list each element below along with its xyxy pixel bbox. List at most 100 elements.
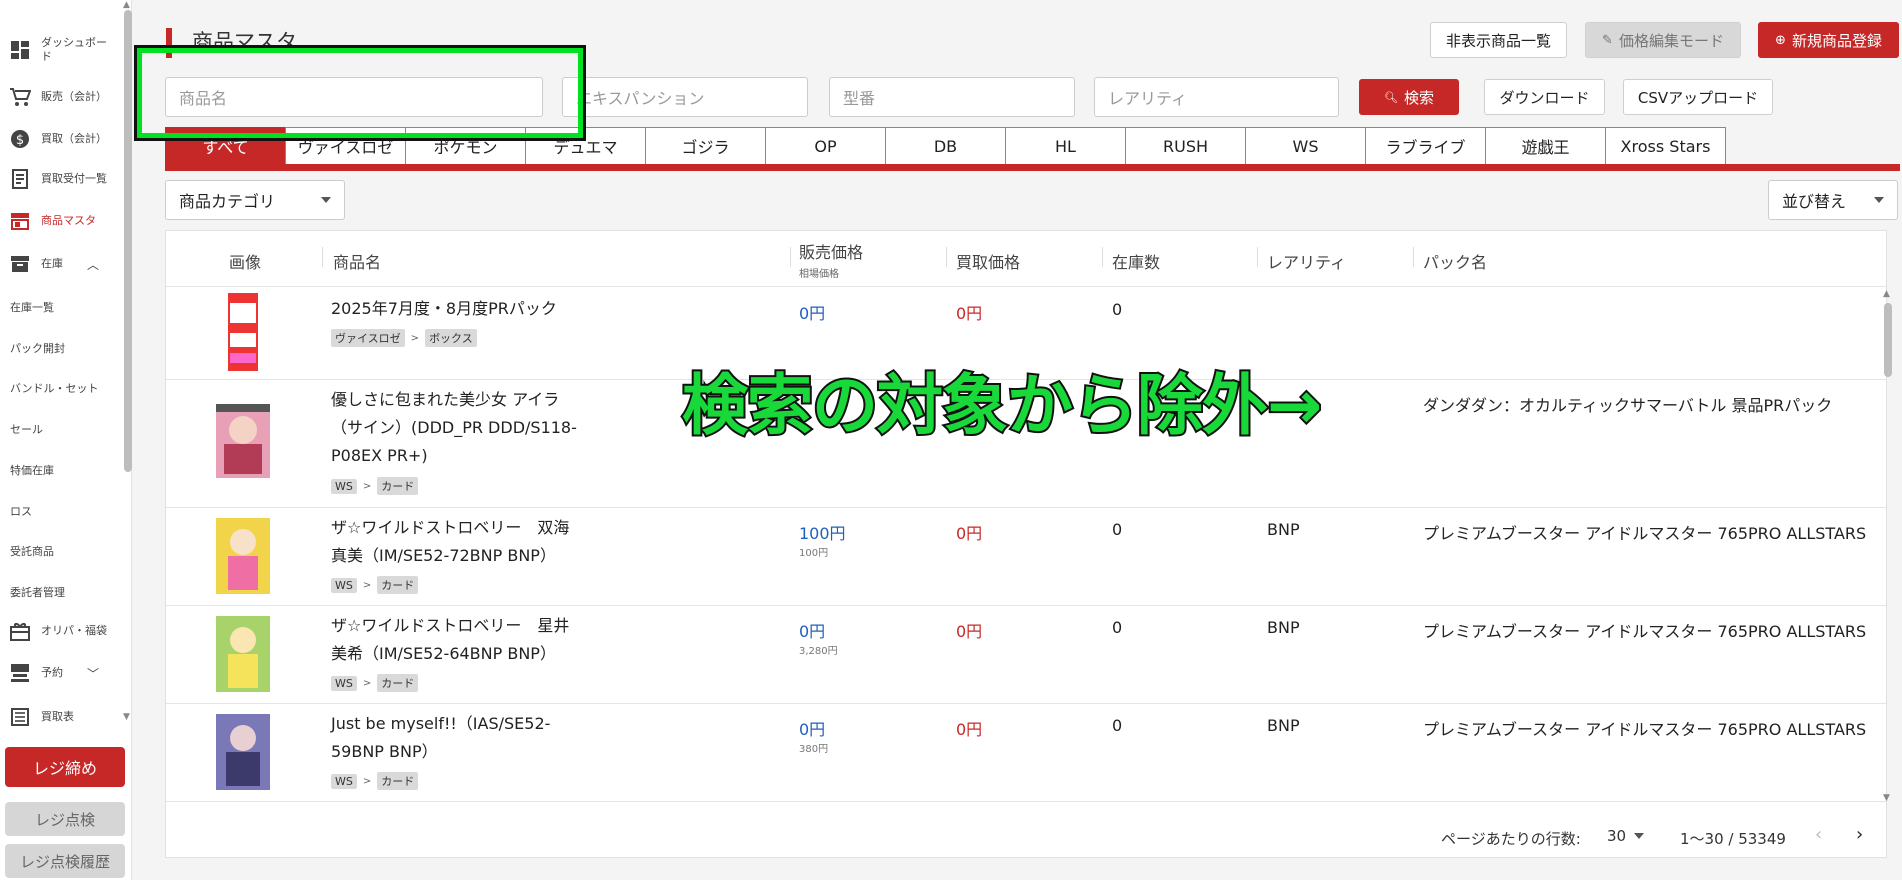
rows-per-page-value: 30 xyxy=(1607,827,1627,845)
sidebar-item-sales[interactable]: 販売（会計） xyxy=(0,84,124,110)
sidebar-subitem-consignor-management[interactable]: 委託者管理 xyxy=(10,584,65,600)
chevron-up-icon[interactable]: ︿ xyxy=(87,256,99,273)
header-buy-price[interactable]: 買取価格 xyxy=(956,249,1020,273)
sort-dropdown[interactable]: 並び替え xyxy=(1768,180,1898,220)
expansion-input[interactable]: エキスパンション xyxy=(562,77,808,117)
market-price: 3,280円 xyxy=(799,646,838,657)
register-check-button[interactable]: レジ点検 xyxy=(5,802,125,836)
chevron-right-icon: > xyxy=(362,579,372,591)
scroll-down-arrow-icon[interactable]: ▼ xyxy=(123,712,130,722)
search-button[interactable]: 🔍︎ 検索 xyxy=(1359,79,1459,115)
close-register-button[interactable]: レジ締め xyxy=(5,747,125,787)
tab-11[interactable]: 遊戯王 xyxy=(1485,127,1606,164)
register-history-button[interactable]: レジ点検履歴 xyxy=(5,844,125,878)
table-row[interactable]: Just be myself!!（IAS/SE52-59BNP BNP） WS … xyxy=(166,703,1886,801)
sidebar-item-label: 販売（会計） xyxy=(41,90,107,103)
sell-price[interactable]: 100円 xyxy=(799,520,846,544)
tab-4[interactable]: ゴジラ xyxy=(645,127,766,164)
header-product-name[interactable]: 商品名 xyxy=(333,249,381,273)
chevron-right-icon: > xyxy=(410,332,420,344)
tab-10[interactable]: ラブライブ xyxy=(1365,127,1486,164)
tab-6[interactable]: DB xyxy=(885,127,1006,164)
product-name[interactable]: ザ☆ワイルドストロベリー 星井美希（IM/SE52-64BNP BNP） xyxy=(331,612,581,668)
prev-page-icon[interactable]: ‹ xyxy=(1815,824,1822,845)
tab-7[interactable]: HL xyxy=(1005,127,1126,164)
sidebar-subitem-pack-open[interactable]: パック開封 xyxy=(10,340,65,356)
tab-9[interactable]: WS xyxy=(1245,127,1366,164)
chevron-down-icon[interactable]: ﹀ xyxy=(87,665,99,682)
header-rarity[interactable]: レアリティ xyxy=(1267,249,1346,273)
tab-12[interactable]: Xross Stars xyxy=(1605,127,1726,164)
scroll-up-arrow-icon[interactable]: ▲ xyxy=(123,0,130,10)
sidebar-item-inventory[interactable]: 在庫 ︿ xyxy=(0,250,124,278)
buy-price[interactable]: 0円 xyxy=(956,300,982,324)
search-button-label: 検索 xyxy=(1403,88,1434,107)
add-circle-icon: ⊕ xyxy=(1775,32,1786,48)
sidebar-item-purchase-reception[interactable]: 買取受付一覧 xyxy=(0,166,124,192)
sidebar-item-dashboard[interactable]: ダッシュボード xyxy=(0,36,124,64)
product-table: 画像 商品名 販売価格 相場価格 買取価格 在庫数 レアリティ パック名 ▲ ▼… xyxy=(165,230,1892,858)
chevron-right-icon: > xyxy=(362,677,372,689)
sell-price[interactable]: 0円 xyxy=(799,618,825,642)
header-sell-price[interactable]: 販売価格 xyxy=(799,239,863,263)
sidebar-subitem-special-stock[interactable]: 特価在庫 xyxy=(10,462,54,478)
sidebar-item-purchase-table[interactable]: 買取表 xyxy=(0,704,124,730)
rows-per-page-label: ページあたりの行数: xyxy=(1441,830,1581,848)
tag-game: WS xyxy=(331,577,357,593)
product-tags: WS > カード xyxy=(331,674,419,692)
sidebar-item-label: 商品マスタ xyxy=(41,214,96,227)
sidebar-scrollbar[interactable] xyxy=(124,10,132,472)
csv-upload-button[interactable]: CSVアップロード xyxy=(1623,79,1773,115)
sidebar-item-label: 買取（会計） xyxy=(41,132,107,145)
pagination-range: 1〜30 / 53349 xyxy=(1680,830,1786,848)
column-separator xyxy=(1413,247,1414,267)
sidebar-item-purchase[interactable]: $ 買取（会計） xyxy=(0,126,124,152)
stock-count: 0 xyxy=(1112,300,1123,319)
product-thumbnail xyxy=(216,293,270,371)
hidden-products-button[interactable]: 非表示商品一覧 xyxy=(1430,22,1567,58)
sidebar-item-oripa[interactable]: オリパ・福袋 xyxy=(0,618,124,644)
sidebar: ▲ ▼ ダッシュボード 販売（会計） $ 買取（会計） 買取受付一覧 商品マスタ… xyxy=(0,0,132,880)
table-row[interactable]: ザ☆ワイルドストロベリー 星井美希（IM/SE52-64BNP BNP） WS … xyxy=(166,605,1886,703)
product-tags: WS > カード xyxy=(331,576,419,594)
product-tags: ヴァイスロゼ > ボックス xyxy=(331,329,477,347)
sidebar-item-label: 予約 xyxy=(41,666,63,679)
rarity-input[interactable]: レアリティ xyxy=(1094,77,1339,117)
buy-price[interactable]: 0円 xyxy=(956,716,982,740)
model-number-input[interactable]: 型番 xyxy=(829,77,1075,117)
cart-icon xyxy=(9,86,31,108)
header-stock[interactable]: 在庫数 xyxy=(1112,249,1160,273)
sidebar-item-product-master[interactable]: 商品マスタ xyxy=(0,208,124,234)
rows-per-page-select[interactable]: 30 xyxy=(1607,827,1645,845)
sell-price[interactable]: 0円 xyxy=(799,300,825,324)
new-product-button[interactable]: ⊕ 新規商品登録 xyxy=(1758,22,1899,58)
sidebar-subitem-inventory-list[interactable]: 在庫一覧 xyxy=(10,299,54,315)
sidebar-subitem-sale[interactable]: セール xyxy=(10,421,43,437)
product-name[interactable]: 優しさに包まれた美少女 アイラ（サイン）(DDD_PR DDD/S118-P08… xyxy=(331,386,581,470)
tag-game: WS xyxy=(331,675,357,691)
product-name[interactable]: 2025年7月度・8月度PRパック xyxy=(331,295,581,323)
tag-game: WS xyxy=(331,773,357,789)
price-edit-mode-button[interactable]: ✎ 価格編集モード xyxy=(1585,22,1741,58)
product-category-dropdown[interactable]: 商品カテゴリ xyxy=(165,180,345,220)
sell-price[interactable]: 0円 xyxy=(799,716,825,740)
tag-type: ボックス xyxy=(425,329,477,347)
download-button[interactable]: ダウンロード xyxy=(1484,79,1605,115)
tab-5[interactable]: OP xyxy=(765,127,886,164)
buy-price[interactable]: 0円 xyxy=(956,618,982,642)
buy-price[interactable]: 0円 xyxy=(956,520,982,544)
product-name[interactable]: ザ☆ワイルドストロベリー 双海真美（IM/SE52-72BNP BNP） xyxy=(331,514,581,570)
sidebar-subitem-loss[interactable]: ロス xyxy=(10,503,32,519)
sidebar-subitem-consignment-products[interactable]: 受託商品 xyxy=(10,543,54,559)
product-name[interactable]: Just be myself!!（IAS/SE52-59BNP BNP） xyxy=(331,710,581,766)
table-row[interactable]: ザ☆ワイルドストロベリー 双海真美（IM/SE52-72BNP BNP） WS … xyxy=(166,507,1886,605)
sidebar-item-reservation[interactable]: 予約 ﹀ xyxy=(0,660,124,686)
price-edit-mode-label: 価格編集モード xyxy=(1618,31,1724,50)
list-icon xyxy=(9,706,31,728)
next-page-icon[interactable]: › xyxy=(1856,824,1863,845)
sidebar-subitem-bundle-set[interactable]: バンドル・セット xyxy=(10,380,99,396)
rarity: BNP xyxy=(1267,618,1300,637)
tab-8[interactable]: RUSH xyxy=(1125,127,1246,164)
header-pack-name[interactable]: パック名 xyxy=(1423,249,1487,273)
rarity: BNP xyxy=(1267,716,1300,735)
